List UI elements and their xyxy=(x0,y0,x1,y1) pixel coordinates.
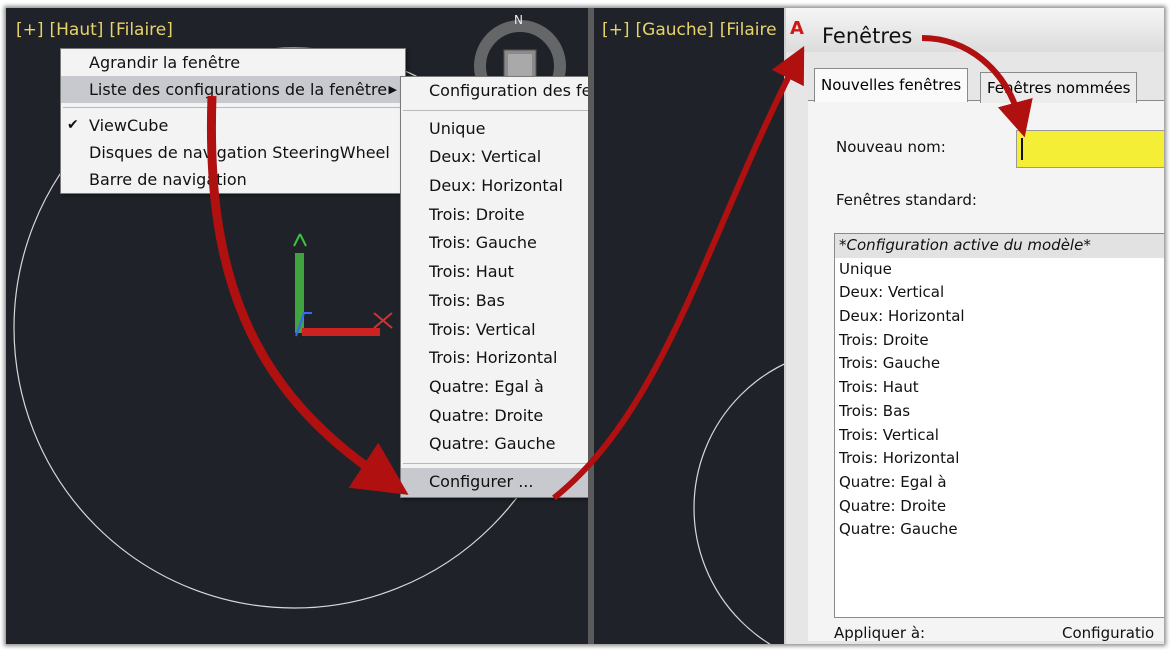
list-item[interactable]: *Configuration active du modèle* xyxy=(835,234,1164,258)
viewport-context-menu: Agrandir la fenêtre Liste des configurat… xyxy=(60,48,406,194)
compass-north: N xyxy=(514,13,523,27)
standard-viewports-list[interactable]: *Configuration active du modèle* Unique … xyxy=(834,233,1164,618)
new-name-label: Nouveau nom: xyxy=(836,138,946,156)
list-item[interactable]: Trois: Gauche xyxy=(835,352,1164,376)
list-item[interactable]: Unique xyxy=(835,258,1164,282)
list-item[interactable]: Trois: Bas xyxy=(835,400,1164,424)
viewport-left-view[interactable]: [+] [Gauche] [Filaire xyxy=(594,8,794,644)
apply-to-label: Appliquer à: xyxy=(834,624,926,642)
drawing-canvas-right xyxy=(693,359,794,644)
autocad-logo-icon: A xyxy=(790,18,804,39)
standard-viewports-label: Fenêtres standard: xyxy=(836,191,977,209)
menu-item-viewport-configurations[interactable]: Liste des configurations de la fenêtre ▶ xyxy=(61,76,405,103)
list-item[interactable]: Deux: Vertical xyxy=(835,281,1164,305)
list-item[interactable]: Quatre: Gauche xyxy=(835,518,1164,542)
ucs-icon xyxy=(293,233,393,337)
screenshot-frame: [+] [Haut] [Filaire] N Agrandir la fenêt… xyxy=(6,8,1164,644)
tab-new-viewports[interactable]: Nouvelles fenêtres xyxy=(814,68,969,102)
list-item[interactable]: Quatre: Droite xyxy=(835,495,1164,519)
viewports-dialog: A Fenêtres Nouvelles fenêtres Fenêtres n… xyxy=(784,8,1164,644)
menu-item-steeringwheel[interactable]: Disques de navigation SteeringWheel xyxy=(61,139,405,166)
list-item[interactable]: Trois: Haut xyxy=(835,376,1164,400)
menu-item-navigation-bar[interactable]: Barre de navigation xyxy=(61,166,405,193)
setup-label: Configuratio xyxy=(1062,624,1155,642)
text-caret xyxy=(1021,138,1023,160)
viewport-top[interactable]: [+] [Haut] [Filaire] N Agrandir la fenêt… xyxy=(6,8,786,644)
menu-item-viewcube[interactable]: ✔ ViewCube xyxy=(61,112,405,139)
list-item[interactable]: Trois: Droite xyxy=(835,329,1164,353)
dialog-titlebar[interactable]: A Fenêtres xyxy=(786,8,1164,52)
tab-named-viewports[interactable]: Fenêtres nommées xyxy=(980,72,1138,103)
list-item[interactable]: Deux: Horizontal xyxy=(835,305,1164,329)
list-item[interactable]: Trois: Vertical xyxy=(835,424,1164,448)
list-item[interactable]: Quatre: Egal à xyxy=(835,471,1164,495)
submenu-arrow-icon: ▶ xyxy=(388,83,397,96)
list-item[interactable]: Trois: Horizontal xyxy=(835,447,1164,471)
menu-item-maximize-viewport[interactable]: Agrandir la fenêtre xyxy=(61,49,405,76)
new-name-field[interactable] xyxy=(1016,130,1164,168)
checkmark-icon: ✔ xyxy=(67,117,79,133)
dialog-title: Fenêtres xyxy=(822,24,913,48)
menu-separator xyxy=(63,107,403,108)
